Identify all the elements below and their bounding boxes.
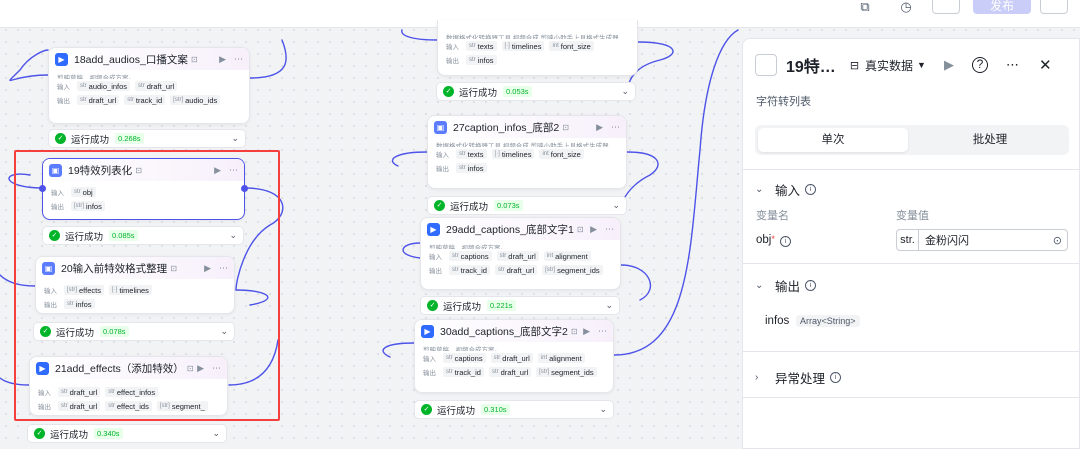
wire	[402, 242, 421, 259]
run-node-icon[interactable]: ▶	[219, 54, 226, 65]
link-icon: ⊡	[576, 224, 584, 234]
publish-button[interactable]: 发布	[973, 0, 1031, 14]
help-icon[interactable]: ?	[971, 57, 988, 73]
node-29-add-captions[interactable]: ▶ 29add_captions_底部文字1 ⊡ ▶ ⋯ 剪映草稿，视频合成方案。…	[420, 217, 621, 290]
check-icon: ✓	[55, 133, 66, 144]
node-run-status[interactable]: ✓ 运行成功 0.310s ⌄	[414, 400, 614, 419]
node-run-status[interactable]: ✓ 运行成功 0.268s ⌄	[48, 129, 246, 148]
node-27-caption-infos[interactable]: ▣ 27caption_infos_底部2 ⊡ ▶ ⋯ 数据格式化转换器工具 视频…	[427, 115, 627, 189]
wire	[9, 49, 49, 82]
more-icon[interactable]: ⋯	[598, 326, 607, 337]
node-title: 30add_captions_底部文字2	[440, 325, 568, 338]
node-description: 数据格式化转换器工具 视频合成 剪映小助手上具格式生成器	[436, 143, 609, 147]
type-badge: str.	[897, 230, 919, 250]
node-title: 29add_captions_底部文字1	[446, 223, 574, 236]
output-section[interactable]: ⌄ 输出 i	[743, 275, 1080, 295]
more-button[interactable]	[1040, 0, 1068, 14]
plugin-icon: ▶	[421, 324, 434, 338]
variable-name: obj* i	[756, 234, 791, 247]
link-icon: ⊡	[190, 54, 198, 64]
more-icon[interactable]: ⋯	[611, 122, 620, 133]
node-type-icon	[755, 54, 777, 76]
more-icon[interactable]: ⋯	[234, 54, 243, 65]
chevron-down-icon[interactable]: ⌄	[621, 86, 629, 97]
node-title: 18add_audios_口播文案	[74, 53, 188, 66]
more-icon[interactable]: ⋯	[605, 224, 614, 235]
check-icon: ✓	[34, 428, 45, 439]
workflow-canvas[interactable]: ⧉ ◷ 发布 ▶ 18add_audios_口播文案 ⊡ ▶ ⋯ 剪映草稿，视频合…	[0, 0, 1080, 449]
link-icon: ⊡	[562, 122, 569, 132]
check-icon: ✓	[443, 86, 454, 97]
node-run-status[interactable]: ✓ 运行成功 0.221s ⌄	[420, 296, 620, 315]
plugin-icon: ▶	[427, 222, 440, 236]
target-icon[interactable]: ⊙	[1053, 234, 1062, 247]
chevron-down-icon[interactable]: ⌄	[755, 184, 765, 195]
info-icon[interactable]: i	[805, 279, 817, 291]
run-node-icon[interactable]: ▶	[596, 122, 603, 133]
node-description: 数据格式化转换器工具 视频合成 剪映小助手上具格式生成器	[446, 35, 619, 39]
highlight-box	[14, 150, 280, 421]
copy-icon[interactable]: ⧉	[855, 0, 875, 14]
share-button[interactable]	[932, 0, 960, 14]
node-18-add-audios[interactable]: ▶ 18add_audios_口播文案 ⊡ ▶ ⋯ 剪映草稿，视频合成方案。 输入…	[48, 47, 250, 124]
run-node-icon[interactable]: ▶	[583, 326, 590, 337]
more-icon[interactable]: ⋯	[1006, 57, 1019, 73]
wire	[249, 39, 287, 79]
info-icon[interactable]: i	[779, 236, 791, 247]
chevron-down-icon[interactable]: ⌄	[605, 300, 613, 311]
node-run-status[interactable]: ✓ 运行成功 0.340s ⌄	[27, 424, 227, 443]
check-icon: ✓	[421, 404, 432, 415]
chevron-down-icon[interactable]: ⌄	[599, 404, 607, 415]
run-mode-tabs: 单次 批处理	[755, 125, 1069, 155]
plugin-icon: ▶	[55, 52, 68, 66]
info-icon[interactable]: i	[805, 183, 817, 195]
check-icon: ✓	[434, 200, 445, 211]
data-mode-select[interactable]: 真实数据	[865, 57, 913, 74]
wire	[382, 342, 415, 358]
data-icon: ⊟	[849, 59, 860, 72]
panel-subtitle: 字符转列表	[756, 96, 811, 108]
chevron-right-icon[interactable]: ›	[755, 372, 765, 383]
node-description: 剪映草稿，视频合成方案。	[57, 75, 135, 79]
tool-icon: ▣	[434, 120, 447, 134]
check-icon: ✓	[427, 300, 438, 311]
panel-title: 19特…	[786, 59, 836, 76]
variable-value-input[interactable]: str. 金粉闪闪 ⊙	[896, 229, 1068, 251]
wire	[613, 29, 739, 356]
node-26-caption-infos[interactable]: 数据格式化转换器工具 视频合成 剪映小助手上具格式生成器 输入 str texts…	[437, 20, 638, 76]
wire	[391, 151, 428, 167]
input-section[interactable]: ⌄ 输入 i	[743, 179, 1080, 199]
history-icon[interactable]: ◷	[896, 0, 916, 14]
wire	[620, 264, 652, 301]
node-title: 27caption_infos_底部2	[453, 121, 560, 134]
node-description: 剪映草稿，视频合成方案。	[429, 245, 507, 249]
node-30-add-captions[interactable]: ▶ 30add_captions_底部文字2 ⊡ ▶ ⋯ 剪映草稿，视频合成方案。…	[414, 319, 614, 393]
chevron-down-icon[interactable]: ⌄	[755, 280, 765, 291]
col-var-name: 变量名	[756, 210, 789, 222]
node-run-status[interactable]: ✓ 运行成功 0.073s ⌄	[427, 196, 627, 215]
link-icon: ⊡	[570, 326, 578, 336]
chevron-down-icon[interactable]: ⌄	[612, 200, 620, 211]
exception-section[interactable]: › 异常处理 i	[743, 367, 1080, 387]
chevron-down-icon[interactable]: ⌄	[231, 133, 239, 144]
run-node-icon[interactable]: ▶	[590, 224, 597, 235]
output-name: infos	[765, 315, 790, 327]
run-icon[interactable]: ▶	[944, 57, 954, 73]
wire	[401, 29, 438, 41]
close-icon[interactable]: ✕	[1039, 56, 1052, 74]
col-var-value: 变量值	[896, 210, 929, 222]
output-type-badge: Array<String>	[796, 315, 860, 327]
tab-single[interactable]: 单次	[758, 128, 908, 152]
node-description: 剪映草稿，视频合成方案。	[423, 347, 501, 351]
caret-down-icon[interactable]: ▼	[917, 60, 926, 70]
chevron-down-icon[interactable]: ⌄	[212, 428, 220, 439]
tab-batch[interactable]: 批处理	[915, 128, 1065, 152]
node-run-status[interactable]: ✓ 运行成功 0.053s ⌄	[436, 82, 636, 101]
info-icon[interactable]: i	[830, 371, 842, 383]
value-text: 金粉闪闪	[925, 235, 969, 247]
node-test-panel: 19特… ⊟ 真实数据 ▼ ▶ ? ⋯ ✕ 字符转列表 单次 批处理 ⌄ 输入 i …	[742, 38, 1080, 449]
